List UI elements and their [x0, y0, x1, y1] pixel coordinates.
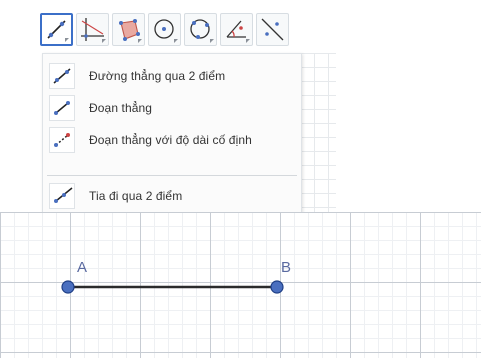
tool-perpendicular-line[interactable]: [76, 13, 109, 46]
tool-dropdown-menu: Đường thẳng qua 2 điểm Đoạn thẳng Đoạn t…: [42, 53, 302, 213]
menu-item-label: Tia đi qua 2 điểm: [89, 189, 183, 203]
menu-item-label: Đoạn thẳng với độ dài cố định: [89, 133, 252, 147]
ray-icon: [49, 183, 75, 209]
line-through-two-points-icon: [49, 63, 75, 89]
tool-circle-three-points[interactable]: [184, 13, 217, 46]
tool-circle-center-point[interactable]: [148, 13, 181, 46]
menu-item-segment-fixed-length[interactable]: Đoạn thẳng với độ dài cố định: [43, 126, 301, 154]
point-b-label: B: [281, 259, 292, 276]
menu-item-segment[interactable]: Đoạn thẳng: [43, 94, 301, 122]
tool-line-through-two-points[interactable]: [40, 13, 73, 46]
menu-item-label: Đường thẳng qua 2 điểm: [89, 69, 226, 83]
point-a-label: A: [77, 259, 88, 276]
tool-polygon[interactable]: [112, 13, 145, 46]
menu-separator: [47, 175, 297, 176]
menu-item-line-through-two-points[interactable]: Đường thẳng qua 2 điểm: [43, 62, 301, 90]
toolbar: [40, 13, 336, 49]
point-b[interactable]: [270, 280, 284, 294]
menu-item-ray[interactable]: Tia đi qua 2 điểm: [43, 182, 301, 210]
canvas-grid-strip: [300, 53, 336, 212]
tool-reflect-about-line[interactable]: [256, 13, 289, 46]
menu-item-label: Đoạn thẳng: [89, 101, 153, 115]
tool-angle[interactable]: [220, 13, 253, 46]
graphics-canvas[interactable]: A B: [0, 212, 481, 358]
segment-icon: [49, 95, 75, 121]
point-a[interactable]: [61, 280, 75, 294]
segment-fixed-length-icon: [49, 127, 75, 153]
segment-drawing: [61, 280, 284, 294]
